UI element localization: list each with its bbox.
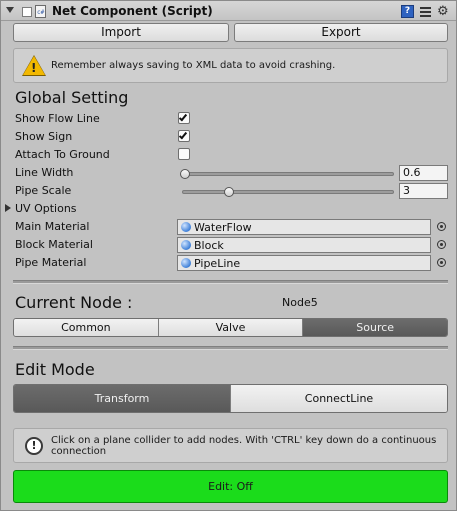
node-type-valve-tab[interactable]: Valve <box>158 319 304 336</box>
object-picker-icon[interactable] <box>437 222 446 231</box>
help-icon[interactable]: ? <box>401 5 414 18</box>
block-material-label: Block Material <box>15 238 93 251</box>
node-type-toolbar: Common Valve Source <box>13 318 448 337</box>
warning-box: ! Remember always saving to XML data to … <box>13 48 448 83</box>
block-material-field[interactable]: Block <box>177 237 431 253</box>
object-picker-icon[interactable] <box>437 240 446 249</box>
current-node-heading: Current Node : <box>15 293 133 312</box>
object-picker-icon[interactable] <box>437 258 446 267</box>
edit-mode-connectline-tab[interactable]: ConnectLine <box>231 385 447 412</box>
line-width-label: Line Width <box>15 166 74 179</box>
section-divider <box>13 346 448 350</box>
warning-text: Remember always saving to XML data to av… <box>51 60 336 71</box>
show-sign-label: Show Sign <box>15 130 73 143</box>
section-divider <box>13 280 448 284</box>
foldout-arrow-icon[interactable] <box>6 7 14 13</box>
info-icon: ! <box>25 437 43 455</box>
main-material-value: WaterFlow <box>194 221 252 234</box>
component-title: Net Component (Script) <box>52 4 213 18</box>
pipe-material-value: PipeLine <box>194 257 241 270</box>
checkmark-icon <box>178 112 188 122</box>
edit-toggle-button[interactable]: Edit: Off <box>13 470 448 503</box>
edit-mode-transform-tab[interactable]: Transform <box>14 385 231 412</box>
node-type-source-tab[interactable]: Source <box>303 319 447 336</box>
line-width-slider[interactable] <box>182 172 394 176</box>
uv-options-foldout-icon[interactable] <box>5 204 11 212</box>
pipe-material-label: Pipe Material <box>15 256 87 269</box>
import-button[interactable]: Import <box>13 23 229 42</box>
component-header[interactable]: c# Net Component (Script) ? ⚙ <box>1 1 456 21</box>
checkmark-icon <box>178 130 188 140</box>
material-icon <box>181 258 191 268</box>
warning-icon-mark: ! <box>31 61 37 75</box>
material-icon <box>181 240 191 250</box>
attach-to-ground-checkbox[interactable] <box>178 148 190 160</box>
edit-mode-toolbar: Transform ConnectLine <box>13 384 448 413</box>
block-material-value: Block <box>194 239 224 252</box>
main-material-label: Main Material <box>15 220 90 233</box>
show-flow-line-checkbox[interactable] <box>178 112 190 124</box>
pipe-material-field[interactable]: PipeLine <box>177 255 431 271</box>
current-node-value: Node5 <box>282 296 318 309</box>
show-sign-checkbox[interactable] <box>178 130 190 142</box>
export-button[interactable]: Export <box>234 23 448 42</box>
script-icon-text: c# <box>37 9 45 16</box>
line-width-slider-thumb[interactable] <box>180 169 190 179</box>
info-text: Click on a plane collider to add nodes. … <box>51 435 437 457</box>
pipe-scale-label: Pipe Scale <box>15 184 72 197</box>
uv-options-foldout[interactable]: UV Options <box>15 202 77 215</box>
show-flow-line-label: Show Flow Line <box>15 112 100 125</box>
gear-icon[interactable]: ⚙ <box>437 5 450 18</box>
pipe-scale-slider[interactable] <box>182 190 394 194</box>
attach-to-ground-label: Attach To Ground <box>15 148 110 161</box>
global-setting-heading: Global Setting <box>15 88 129 107</box>
preset-icon[interactable] <box>419 5 432 18</box>
edit-mode-heading: Edit Mode <box>15 360 95 379</box>
main-material-field[interactable]: WaterFlow <box>177 219 431 235</box>
material-icon <box>181 222 191 232</box>
line-width-field[interactable]: 0.6 <box>399 165 448 181</box>
script-icon: c# <box>35 5 46 18</box>
node-type-common-tab[interactable]: Common <box>14 319 159 336</box>
pipe-scale-field[interactable]: 3 <box>399 183 448 199</box>
info-box: ! Click on a plane collider to add nodes… <box>13 428 448 463</box>
component-enabled-checkbox[interactable] <box>22 7 32 17</box>
